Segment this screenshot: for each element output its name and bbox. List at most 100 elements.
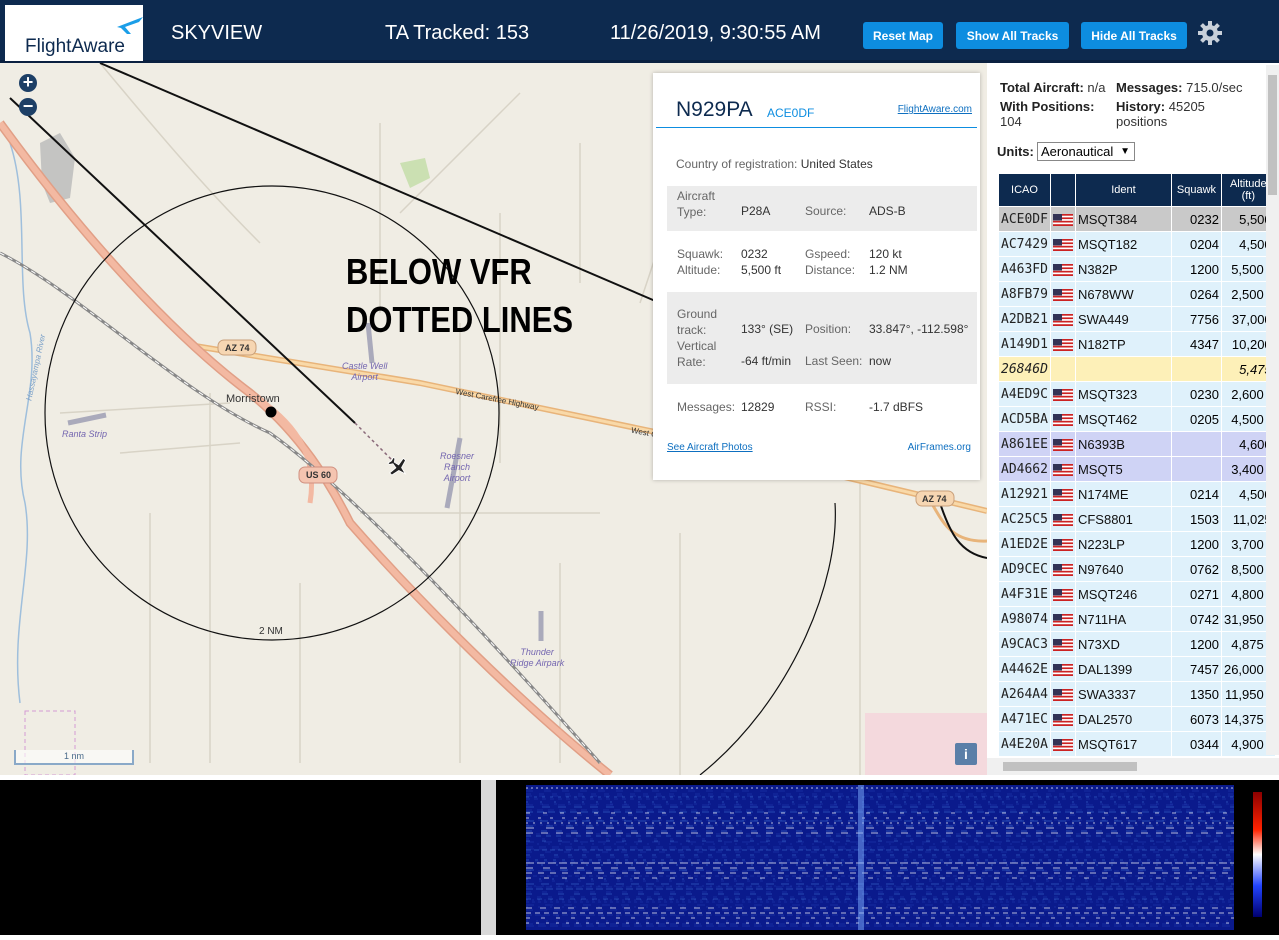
us-flag-icon xyxy=(1052,739,1073,752)
plane-logo-icon xyxy=(117,17,143,34)
aircraft-track: 133° (SE) xyxy=(741,322,794,336)
row-flag xyxy=(1049,656,1076,682)
reset-map-button[interactable]: Reset Map xyxy=(863,22,943,49)
table-row[interactable]: ACD5BAMSQT46202054,500▼ xyxy=(998,406,1276,432)
aircraft-list-sidebar: Total Aircraft: n/a Messages: 715.0/sec … xyxy=(987,63,1279,775)
us-flag-icon xyxy=(1052,389,1073,402)
table-row[interactable]: A4ED9CMSQT32302302,600▼ xyxy=(998,381,1276,407)
row-ident: MSQT617 xyxy=(1074,731,1172,757)
place-morristown: Morristown xyxy=(226,393,280,405)
airport-roesner-ranch: Roesner Ranch Airport xyxy=(440,451,475,483)
aircraft-vrate: -64 ft/min xyxy=(741,354,792,368)
chevron-down-icon: ▼ xyxy=(1120,146,1130,157)
row-squawk: 7457 xyxy=(1170,656,1222,682)
row-ident: MSQT246 xyxy=(1074,581,1172,607)
table-row[interactable]: A471ECDAL2570607314,375▼ xyxy=(998,706,1276,732)
row-squawk xyxy=(1170,431,1222,457)
horizontal-scrollbar[interactable] xyxy=(987,758,1279,775)
vertical-scrollbar[interactable] xyxy=(1266,65,1279,755)
aircraft-rssi: -1.7 dBFS xyxy=(869,400,924,414)
row-icao: ACD5BA xyxy=(998,406,1051,432)
aircraft-photos-link[interactable]: See Aircraft Photos xyxy=(667,442,753,453)
table-row[interactable]: A98074N711HA074231,950▼ xyxy=(998,606,1276,632)
table-row[interactable]: AC25C5 CFS8801 1503 11,025 xyxy=(998,506,1276,532)
row-squawk: 0205 xyxy=(1170,406,1222,432)
row-squawk: 1503 xyxy=(1170,506,1222,532)
aircraft-messages: 12829 xyxy=(741,400,775,414)
gear-icon[interactable] xyxy=(1197,20,1223,46)
col-squawk[interactable]: Squawk xyxy=(1170,173,1222,207)
table-row[interactable]: 26846D 5,475 xyxy=(998,356,1276,382)
zoom-in-button[interactable]: + xyxy=(19,73,37,92)
country-value: United States xyxy=(800,157,873,171)
hide-all-tracks-button[interactable]: Hide All Tracks xyxy=(1081,22,1187,49)
row-icao: A471EC xyxy=(998,706,1051,732)
table-row[interactable]: A8FB79N678WW02642,500▼ xyxy=(998,281,1276,307)
us-flag-icon xyxy=(1052,464,1073,477)
col-flag[interactable] xyxy=(1049,173,1076,207)
aircraft-icao: ACE0DF xyxy=(767,106,815,120)
country-row: Country of registration: United States xyxy=(676,157,873,171)
table-row[interactable]: A149D1 N182TP 4347 10,200 xyxy=(998,331,1276,357)
aircraft-position: 33.847°, -112.598° xyxy=(869,322,969,336)
table-row[interactable]: A9CAC3N73XD12004,875▲ xyxy=(998,631,1276,657)
messages-rate: Messages: 715.0/sec xyxy=(1116,80,1243,95)
table-row[interactable]: ACE0DF MSQT384 0232 5,500 xyxy=(998,206,1276,232)
row-flag xyxy=(1049,406,1076,432)
units-select[interactable]: Aeronautical ▼ xyxy=(1037,142,1135,161)
type-source-block: Aircraft Type: P28A Source: ADS-B xyxy=(667,186,977,231)
aircraft-marker-icon[interactable] xyxy=(384,453,412,481)
table-row[interactable]: A463FDN382P12005,500▲ xyxy=(998,256,1276,282)
row-icao: AC7429 xyxy=(998,231,1051,257)
table-row[interactable]: AC7429 MSQT182 0204 4,500 xyxy=(998,231,1276,257)
row-ident: N678WW xyxy=(1074,281,1172,307)
table-row[interactable]: A264A4SWA3337135011,950▼ xyxy=(998,681,1276,707)
clock-datetime: 11/26/2019, 9:30:55 AM xyxy=(610,22,821,44)
airframes-link[interactable]: AirFrames.org xyxy=(908,442,971,453)
row-squawk: 0742 xyxy=(1170,606,1222,632)
table-row[interactable]: A2DB21 SWA449 7756 37,000 xyxy=(998,306,1276,332)
table-row[interactable]: A4F31EMSQT24602714,800▼ xyxy=(998,581,1276,607)
vertical-scroll-thumb[interactable] xyxy=(1268,75,1277,195)
row-icao: 26846D xyxy=(998,356,1051,382)
col-ident[interactable]: Ident xyxy=(1074,173,1172,207)
row-ident: N97640 xyxy=(1074,556,1172,582)
table-row[interactable]: A4462EDAL1399745726,000▼ xyxy=(998,656,1276,682)
flightaware-link[interactable]: FlightAware.com xyxy=(898,104,972,115)
table-row[interactable]: A1ED2EN223LP12003,700▼ xyxy=(998,531,1276,557)
aircraft-source: ADS-B xyxy=(869,204,906,218)
col-icao[interactable]: ICAO xyxy=(998,173,1051,207)
us-flag-icon xyxy=(1052,489,1073,502)
us-flag-icon xyxy=(1052,514,1073,527)
row-icao: A149D1 xyxy=(998,331,1051,357)
row-flag xyxy=(1049,456,1076,482)
show-all-tracks-button[interactable]: Show All Tracks xyxy=(956,22,1069,49)
row-squawk xyxy=(1170,456,1222,482)
airport-castle-well: Castle Well Airport xyxy=(342,361,388,382)
us-flag-icon xyxy=(1052,314,1073,327)
units-label: Units: xyxy=(997,144,1034,159)
row-flag xyxy=(1049,281,1076,307)
zoom-out-button[interactable]: − xyxy=(19,97,37,116)
row-squawk: 1200 xyxy=(1170,256,1222,282)
row-flag xyxy=(1049,331,1076,357)
table-row[interactable]: A12921 N174ME 0214 4,500 xyxy=(998,481,1276,507)
map-view[interactable]: + − Morristown Ranta Strip Castle Well A… xyxy=(0,63,987,775)
history-count: History: 45205 positions xyxy=(1116,99,1205,129)
airport-ranta-strip: Ranta Strip xyxy=(62,429,108,439)
horizontal-scroll-thumb[interactable] xyxy=(1003,762,1137,771)
flightaware-logo[interactable]: FlightAware xyxy=(5,5,143,61)
row-squawk: 0232 xyxy=(1170,206,1222,232)
table-row[interactable]: A861EE N6393B 4,600 xyxy=(998,431,1276,457)
row-squawk: 1200 xyxy=(1170,531,1222,557)
row-ident: MSQT384 xyxy=(1074,206,1172,232)
row-ident: N174ME xyxy=(1074,481,1172,507)
spectrum-waterfall xyxy=(496,780,1279,935)
row-flag xyxy=(1049,481,1076,507)
total-aircraft: Total Aircraft: n/a xyxy=(1000,80,1106,95)
info-button[interactable]: i xyxy=(955,743,977,765)
table-row[interactable]: AD4662MSQT53,400▼ xyxy=(998,456,1276,482)
row-ident: CFS8801 xyxy=(1074,506,1172,532)
table-row[interactable]: A4E20AMSQT61703444,900▼ xyxy=(998,731,1276,757)
table-row[interactable]: AD9CECN9764007628,500▼ xyxy=(998,556,1276,582)
